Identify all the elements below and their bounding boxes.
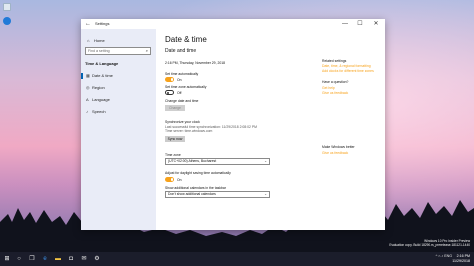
dst-toggle[interactable] — [165, 177, 174, 182]
settings-gear-icon[interactable]: ⚙ — [92, 254, 102, 264]
sidebar-home[interactable]: ⌂ Home — [87, 38, 105, 43]
timezone-value: (UTC+02:00) Athens, Bucharest — [168, 159, 217, 163]
give-feedback-link[interactable]: Give us feedback — [322, 151, 348, 155]
make-better-heading: Make Windows better — [322, 145, 355, 149]
minimize-button[interactable]: — — [339, 19, 351, 29]
taskbar: ⊞ ○ ❐ e ▬ ◘ ✉ ⚙ ^ ⌂ ♪ ENG 2:16 PM 11/29/… — [0, 252, 474, 266]
dst-label: Adjust for daylight saving time automati… — [165, 171, 231, 175]
window-title: Settings — [95, 21, 110, 26]
sync-title: Synchronize your clock — [165, 120, 200, 124]
file-explorer-icon[interactable]: ▬ — [53, 254, 63, 264]
sidebar-item-label: Speech — [92, 109, 106, 114]
question-feedback-link[interactable]: Give us feedback — [322, 91, 348, 95]
related-link-clocks[interactable]: Add clocks for different time zones — [322, 69, 374, 73]
task-view-icon[interactable]: ❐ — [27, 254, 37, 264]
start-button-icon[interactable]: ⊞ — [2, 254, 12, 264]
calendars-value: Don't show additional calendars — [168, 192, 216, 196]
sidebar-section-title: Time & Language — [85, 61, 119, 66]
sidebar-item-date-time[interactable]: ▦ Date & time — [81, 72, 156, 80]
sidebar: ⌂ Home Find a setting ⌕ Time & Language ▦… — [81, 29, 156, 230]
timezone-label: Time zone — [165, 153, 181, 157]
chevron-down-icon: ⌄ — [264, 192, 267, 196]
set-time-auto-state: On — [177, 77, 182, 82]
search-icon: ⌕ — [145, 48, 148, 53]
settings-window: ← Settings — ☐ ✕ ⌂ Home Find a setting ⌕ … — [81, 19, 385, 230]
current-datetime: 2:16 PM, Thursday, November 29, 2018 — [165, 61, 225, 65]
close-button[interactable]: ✕ — [370, 19, 382, 29]
back-arrow-icon[interactable]: ← — [85, 20, 91, 28]
clock-date: 11/29/2018 — [452, 259, 470, 263]
question-heading: Have a question? — [322, 80, 349, 84]
sidebar-item-speech[interactable]: ♪ Speech — [81, 108, 156, 116]
chevron-down-icon: ⌄ — [264, 159, 267, 163]
page-title: Date & time — [165, 35, 207, 44]
sync-now-button[interactable]: Sync now — [165, 136, 185, 142]
dst-state: On — [177, 177, 182, 182]
search-placeholder: Find a setting — [88, 49, 110, 53]
edge-icon[interactable]: e — [40, 254, 50, 264]
home-icon: ⌂ — [87, 38, 90, 43]
evaluation-watermark: Windows 10 Pro Insider Preview Evaluatio… — [389, 239, 470, 247]
maximize-button[interactable]: ☐ — [354, 19, 366, 29]
calendar-icon: ▦ — [86, 73, 90, 78]
set-zone-auto-label: Set time zone automatically — [165, 85, 207, 89]
taskbar-clock[interactable]: 2:16 PM 11/29/2018 — [452, 254, 470, 264]
get-help-link[interactable]: Get help — [322, 86, 335, 90]
globe-icon: ◎ — [86, 85, 90, 90]
store-icon[interactable]: ◘ — [66, 254, 76, 264]
change-date-label: Change date and time — [165, 99, 199, 103]
sync-server: Time server: time.windows.com — [165, 129, 213, 133]
watermark-line-2: Evaluation copy. Build 18290.rs_prerelea… — [389, 243, 470, 248]
search-input[interactable]: Find a setting ⌕ — [85, 47, 151, 55]
timezone-select[interactable]: (UTC+02:00) Athens, Bucharest ⌄ — [165, 158, 270, 165]
change-button[interactable]: Change — [165, 105, 185, 111]
related-heading: Related settings — [322, 59, 347, 63]
edge-desktop-icon[interactable] — [3, 17, 11, 25]
set-zone-auto-state: Off — [177, 90, 182, 95]
language-icon: A — [86, 97, 89, 102]
recycle-bin-icon[interactable] — [3, 3, 11, 11]
sidebar-item-label: Language — [92, 97, 110, 102]
main-content: Date & time Date and time 2:16 PM, Thurs… — [156, 29, 385, 230]
section-title: Date and time — [165, 48, 197, 54]
title-bar: ← Settings — ☐ ✕ — [81, 19, 385, 29]
set-time-auto-label: Set time automatically — [165, 72, 199, 76]
sidebar-item-language[interactable]: A Language — [81, 96, 156, 104]
sidebar-item-label: Date & time — [92, 73, 113, 78]
calendars-label: Show additional calendars in the taskbar — [165, 186, 226, 190]
microphone-icon: ♪ — [86, 109, 88, 114]
set-zone-auto-toggle[interactable] — [165, 90, 174, 95]
home-label: Home — [94, 38, 105, 43]
set-time-auto-toggle[interactable] — [165, 77, 174, 82]
related-link-formatting[interactable]: Date, time, & regional formatting — [322, 64, 371, 68]
sidebar-item-region[interactable]: ◎ Region — [81, 84, 156, 92]
system-tray[interactable]: ^ ⌂ ♪ ENG — [436, 254, 452, 259]
sidebar-item-label: Region — [92, 85, 105, 90]
taskbar-search-icon[interactable]: ○ — [14, 254, 24, 264]
mail-icon[interactable]: ✉ — [79, 254, 89, 264]
calendars-select[interactable]: Don't show additional calendars ⌄ — [165, 191, 270, 198]
